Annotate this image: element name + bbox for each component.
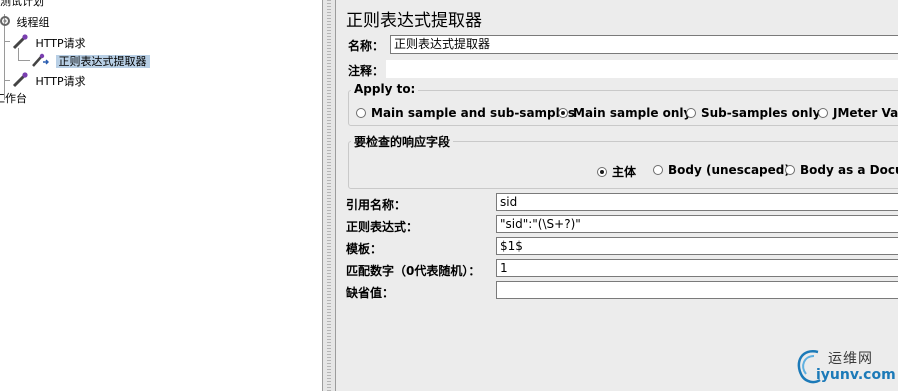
tree-item-label: 线程组 [16,16,50,29]
radio-body[interactable]: 主体 [597,163,636,180]
apply-to-legend: Apply to: [351,82,419,96]
thread-group-icon [0,15,11,31]
radio-main-only[interactable]: Main sample only [558,106,691,120]
default-value-label: 缺省值： [346,286,395,300]
radio-label: Body (unescaped) [668,163,790,177]
reference-name-input[interactable]: sid [496,193,898,211]
divider-grip [327,0,331,391]
tree-item-label: HTTP请求 [35,37,86,50]
radio-body-unescaped[interactable]: Body (unescaped) [653,163,790,177]
radio-label: Main sample and sub-samples [371,106,576,120]
name-field[interactable]: 正则表达式提取器 [390,35,898,54]
radio-main-and-sub[interactable]: Main sample and sub-samples [356,106,575,120]
radio-body-document[interactable]: Body as a Document [785,163,898,177]
regex-input[interactable]: "sid":"(\S+?)" [496,215,898,233]
regex-label: 正则表达式： [346,220,419,234]
radio-button-selected-icon [558,108,568,118]
watermark-logo: 运维网 iyunv.com [792,346,896,386]
tree-connector [18,60,30,61]
tree-item-http-request[interactable]: HTTP请求 [12,34,86,54]
name-label: 名称： [348,39,385,53]
tree-connector [4,41,10,42]
tree-item-workbench[interactable]: 工作台 [0,92,27,106]
tree-item-label: 正则表达式提取器 [55,55,150,68]
tree-item-test-plan[interactable]: 测试计划 [0,0,44,9]
radio-button-icon [785,165,795,175]
response-field-legend: 要检查的响应字段 [351,133,454,150]
radio-jmeter-variable[interactable]: JMeter Variable [818,106,898,120]
radio-label: Main sample only [573,106,692,120]
page-title: 正则表达式提取器 [346,11,482,31]
radio-label: Sub-samples only [701,106,821,120]
tree-item-label: 工作台 [0,92,27,105]
radio-label: JMeter Variable [833,106,898,120]
pipette-icon [12,72,28,92]
tree-item-label: HTTP请求 [35,75,86,88]
radio-button-icon [356,108,366,118]
comment-label: 注释： [348,64,385,78]
match-number-input[interactable]: 1 [496,259,898,277]
test-plan-tree[interactable]: 测试计划 线程组 HTTP请求 正则表达式提取器 HTTP请求 工作台 [0,0,322,391]
template-label: 模板： [346,242,383,256]
tree-item-thread-group[interactable]: 线程组 [0,15,50,31]
extractor-icon [32,53,49,71]
match-number-label: 匹配数字（0代表随机）： [346,264,481,278]
tree-item-regex-extractor[interactable]: 正则表达式提取器 [32,53,150,71]
split-pane-divider[interactable] [322,0,336,391]
radio-button-icon [686,108,696,118]
watermark-text: 运维网 [828,351,873,367]
radio-button-icon [653,165,663,175]
radio-button-icon [818,108,828,118]
reference-name-label: 引用名称： [346,198,407,212]
tree-item-http-request-2[interactable]: HTTP请求 [12,72,86,92]
radio-sub-only[interactable]: Sub-samples only [686,106,820,120]
tree-connector [4,80,10,81]
watermark-domain: iyunv.com [816,367,896,383]
pipette-icon [12,34,28,54]
radio-label: Body as a Document [800,163,898,177]
comment-field[interactable] [386,60,898,78]
radio-button-selected-icon [597,166,607,177]
template-input[interactable]: $1$ [496,237,898,255]
default-value-input[interactable] [496,281,898,299]
tree-item-label: 测试计划 [0,0,44,8]
editor-panel: 正则表达式提取器 名称： 正则表达式提取器 注释： Apply to: Main… [336,0,898,391]
radio-label: 主体 [612,165,637,179]
